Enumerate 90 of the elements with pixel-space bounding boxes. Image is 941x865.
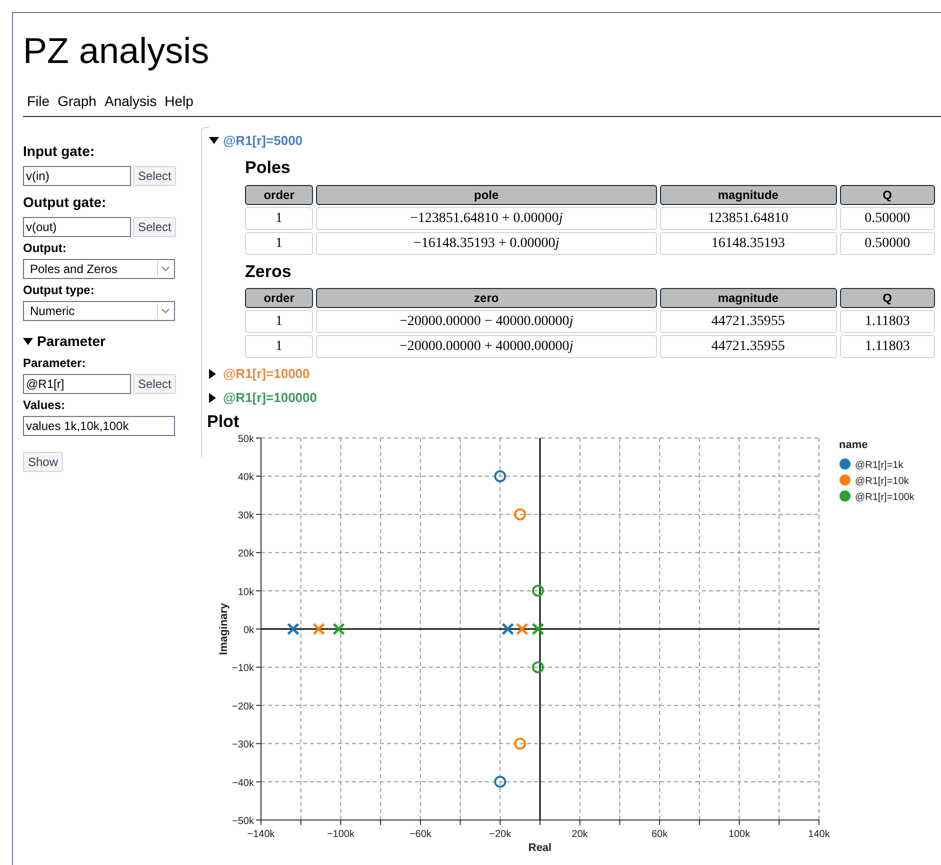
menu-item[interactable]: Graph xyxy=(58,91,96,112)
menu-item[interactable]: Analysis xyxy=(104,91,157,112)
tick-label: −100k xyxy=(326,829,354,840)
legend-label: @R1[r]=100k xyxy=(855,492,914,503)
zero-marker xyxy=(514,508,526,520)
legend-label: @R1[r]=1k xyxy=(855,460,904,471)
table-cell: 0.50000 xyxy=(840,232,935,254)
pole-marker xyxy=(312,623,325,635)
column-header: Q xyxy=(840,288,935,308)
pole-marker xyxy=(532,623,544,635)
table-cell: 1.11803 xyxy=(840,310,935,333)
table-cell: −20000.00000 − 40000.00000j xyxy=(316,310,657,333)
input-field[interactable]: v(in) xyxy=(23,166,131,186)
field-label: Output: xyxy=(23,240,68,257)
tick-label: 0k xyxy=(243,625,254,636)
tick-label: 20k xyxy=(238,548,254,560)
tick-label: −10k xyxy=(232,663,254,674)
zero-marker xyxy=(532,661,544,674)
page-title: PZ analysis xyxy=(23,29,210,73)
section-title: Parameter xyxy=(37,332,106,351)
expanded-icon[interactable] xyxy=(23,338,33,346)
column-header: order xyxy=(245,184,314,204)
menu-item[interactable]: File xyxy=(27,91,50,112)
field-label: Input gate: xyxy=(23,142,96,161)
input-field[interactable]: @R1[r] xyxy=(23,374,131,394)
tick-label: −40k xyxy=(232,778,254,789)
table-cell: 1 xyxy=(245,335,314,358)
axis-title: Real xyxy=(528,842,552,852)
table-cell: −123851.64810 + 0.00000j xyxy=(316,206,657,230)
tick-label: 50k xyxy=(238,434,254,445)
pole-marker xyxy=(332,623,345,635)
tick-label: 140k xyxy=(808,829,830,840)
tick-label: 10k xyxy=(238,586,254,598)
input-field[interactable]: v(out) xyxy=(23,217,131,237)
field-label: Parameter: xyxy=(23,355,87,372)
field-label: Values: xyxy=(23,397,66,414)
tick-label: 100k xyxy=(728,829,750,840)
tick-label: −60k xyxy=(409,829,432,840)
column-header: zero xyxy=(316,288,657,308)
table-cell: 44721.35955 xyxy=(660,335,837,358)
column-header: magnitude xyxy=(660,184,837,204)
table-cell: 16148.35193 xyxy=(660,232,837,254)
table-cell: −20000.00000 + 40000.00000j xyxy=(316,335,657,358)
menu-item[interactable]: Help xyxy=(164,91,194,112)
table-cell: 123851.64810 xyxy=(660,206,837,230)
expanded-icon[interactable] xyxy=(209,137,219,145)
result-label[interactable]: @R1[r]=100000 xyxy=(223,388,317,408)
legend-label: @R1[r]=10k xyxy=(855,476,909,487)
zero-marker xyxy=(494,776,506,788)
table-cell: 0.50000 xyxy=(840,206,935,230)
tick-label: 20k xyxy=(572,829,588,840)
show-button[interactable]: Show xyxy=(23,452,64,472)
tick-label: −50k xyxy=(232,816,254,827)
tick-label: 60k xyxy=(652,829,668,840)
table-cell: −16148.35193 + 0.00000j xyxy=(316,232,657,254)
pole-marker xyxy=(502,623,514,635)
column-header: Q xyxy=(840,184,935,204)
input-field[interactable]: values 1k,10k,100k xyxy=(23,416,175,436)
zero-marker xyxy=(532,584,544,597)
tick-label: 40k xyxy=(238,472,254,484)
table-cell: 1 xyxy=(245,310,314,333)
table-cell: 44721.35955 xyxy=(660,310,837,333)
select-button[interactable]: Select xyxy=(133,166,176,186)
column-header: order xyxy=(245,288,314,308)
tick-label: −20k xyxy=(489,829,512,840)
table-title: Zeros xyxy=(245,260,292,282)
table-title: Poles xyxy=(245,157,292,179)
zero-marker xyxy=(514,738,526,750)
table-cell: 1 xyxy=(245,206,314,230)
result-label[interactable]: @R1[r]=5000 xyxy=(223,131,303,151)
select-button[interactable]: Select xyxy=(133,374,176,394)
pole-marker xyxy=(516,623,528,635)
pole-marker xyxy=(287,623,300,635)
table-cell: 1.11803 xyxy=(840,335,935,358)
field-label: Output gate: xyxy=(23,193,108,212)
axis-title: Imaginary xyxy=(218,603,230,655)
tick-label: −20k xyxy=(232,701,254,712)
dropdown[interactable]: Poles and Zeros xyxy=(23,259,175,279)
zero-marker xyxy=(494,470,506,482)
tick-label: −30k xyxy=(232,740,254,751)
dropdown[interactable]: Numeric xyxy=(23,301,175,321)
tick-label: 30k xyxy=(238,510,254,522)
column-header: pole xyxy=(316,184,657,204)
select-button[interactable]: Select xyxy=(133,217,176,237)
plot-title: Plot xyxy=(207,412,240,432)
column-header: magnitude xyxy=(660,288,837,308)
field-label: Output type: xyxy=(23,282,96,299)
legend-title: name xyxy=(839,439,868,451)
table-cell: 1 xyxy=(245,232,314,254)
tick-label: −140k xyxy=(247,829,275,840)
